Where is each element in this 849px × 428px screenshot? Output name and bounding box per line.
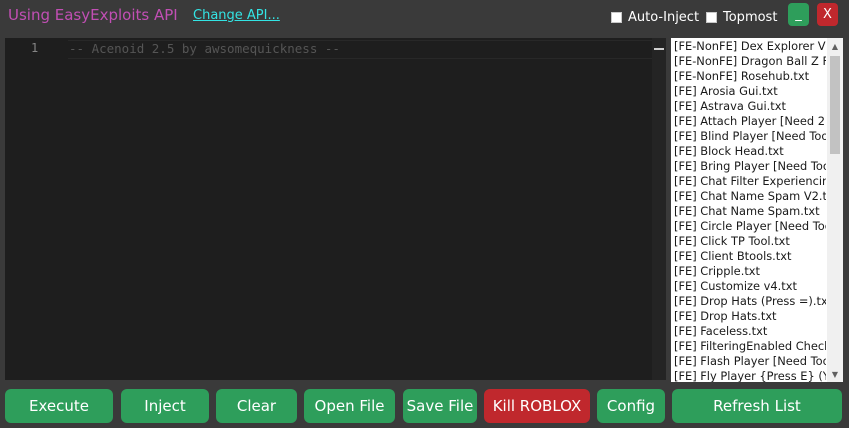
auto-inject-checkbox[interactable]: Auto-Inject bbox=[611, 10, 699, 25]
list-item[interactable]: [FE] Chat Name Spam.txt bbox=[671, 204, 826, 219]
save-file-button[interactable]: Save File bbox=[403, 389, 477, 423]
list-scroll-thumb[interactable] bbox=[830, 56, 840, 154]
list-item[interactable]: [FE] Client Btools.txt bbox=[671, 249, 826, 264]
close-button[interactable]: X bbox=[817, 3, 838, 26]
scroll-up-icon[interactable]: ▲ bbox=[827, 38, 843, 54]
topmost-checkbox-box[interactable] bbox=[706, 12, 717, 23]
config-button[interactable]: Config bbox=[597, 389, 665, 423]
execute-button[interactable]: Execute bbox=[5, 389, 113, 423]
minimize-button[interactable]: _ bbox=[788, 3, 809, 26]
list-item[interactable]: [FE-NonFE] Dex Explorer V2.txt bbox=[671, 39, 826, 54]
list-item[interactable]: [FE] Fly Player {Press E} (You bbox=[671, 369, 826, 382]
list-item[interactable]: [FE-NonFE] Rosehub.txt bbox=[671, 69, 826, 84]
scroll-down-icon[interactable]: ▼ bbox=[827, 366, 843, 382]
auto-inject-checkbox-box[interactable] bbox=[611, 12, 622, 23]
list-item[interactable]: [FE] Drop Hats.txt bbox=[671, 309, 826, 324]
list-item[interactable]: [FE] Attach Player [Need 2 Tools] bbox=[671, 114, 826, 129]
refresh-list-button[interactable]: Refresh List bbox=[672, 389, 842, 423]
list-item[interactable]: [FE] Chat Name Spam V2.txt bbox=[671, 189, 826, 204]
open-file-button[interactable]: Open File bbox=[304, 389, 395, 423]
list-item[interactable]: [FE] Astrava Gui.txt bbox=[671, 99, 826, 114]
clear-button[interactable]: Clear bbox=[216, 389, 297, 423]
kill-roblox-button[interactable]: Kill ROBLOX bbox=[484, 389, 590, 423]
auto-inject-label: Auto-Inject bbox=[628, 10, 700, 25]
list-scrollbar[interactable]: ▲ ▼ bbox=[827, 38, 843, 382]
list-item[interactable]: [FE] Blind Player [Need Tool].txt bbox=[671, 129, 826, 144]
list-item[interactable]: [FE] Bring Player [Need Tool].txt bbox=[671, 159, 826, 174]
list-item[interactable]: [FE] FilteringEnabled Check.txt bbox=[671, 339, 826, 354]
list-item[interactable]: [FE] Cripple.txt bbox=[671, 264, 826, 279]
list-item[interactable]: [FE] Arosia Gui.txt bbox=[671, 84, 826, 99]
editor-scrollbar[interactable] bbox=[652, 38, 666, 380]
list-item[interactable]: [FE] Click TP Tool.txt bbox=[671, 234, 826, 249]
app-title: Using EasyExploits API bbox=[8, 6, 178, 24]
topmost-label: Topmost bbox=[723, 10, 778, 25]
topmost-checkbox[interactable]: Topmost bbox=[706, 10, 777, 25]
list-item[interactable]: [FE-NonFE] Dragon Ball Z Final bbox=[671, 54, 826, 69]
script-list-items: [FE-NonFE] Dex Explorer V2.txt[FE-NonFE]… bbox=[671, 39, 826, 382]
list-item[interactable]: [FE] Block Head.txt bbox=[671, 144, 826, 159]
list-item[interactable]: [FE] Drop Hats (Press =).txt bbox=[671, 294, 826, 309]
editor-scroll-thumb[interactable] bbox=[654, 48, 664, 50]
code-line[interactable]: -- Acenoid 2.5 by awsomequickness -- bbox=[69, 41, 340, 56]
line-number: 1 bbox=[31, 41, 39, 55]
list-item[interactable]: [FE] Circle Player [Need Tool].txt bbox=[671, 219, 826, 234]
list-item[interactable]: [FE] Faceless.txt bbox=[671, 324, 826, 339]
change-api-link[interactable]: Change API... bbox=[193, 8, 280, 23]
list-item[interactable]: [FE] Customize v4.txt bbox=[671, 279, 826, 294]
list-item[interactable]: [FE] Chat Filter Experiencing bbox=[671, 174, 826, 189]
code-editor[interactable]: 1 -- Acenoid 2.5 by awsomequickness -- bbox=[5, 38, 666, 380]
script-list[interactable]: [FE-NonFE] Dex Explorer V2.txt[FE-NonFE]… bbox=[671, 38, 843, 382]
inject-button[interactable]: Inject bbox=[121, 389, 209, 423]
list-item[interactable]: [FE] Flash Player [Need Tool].txt bbox=[671, 354, 826, 369]
